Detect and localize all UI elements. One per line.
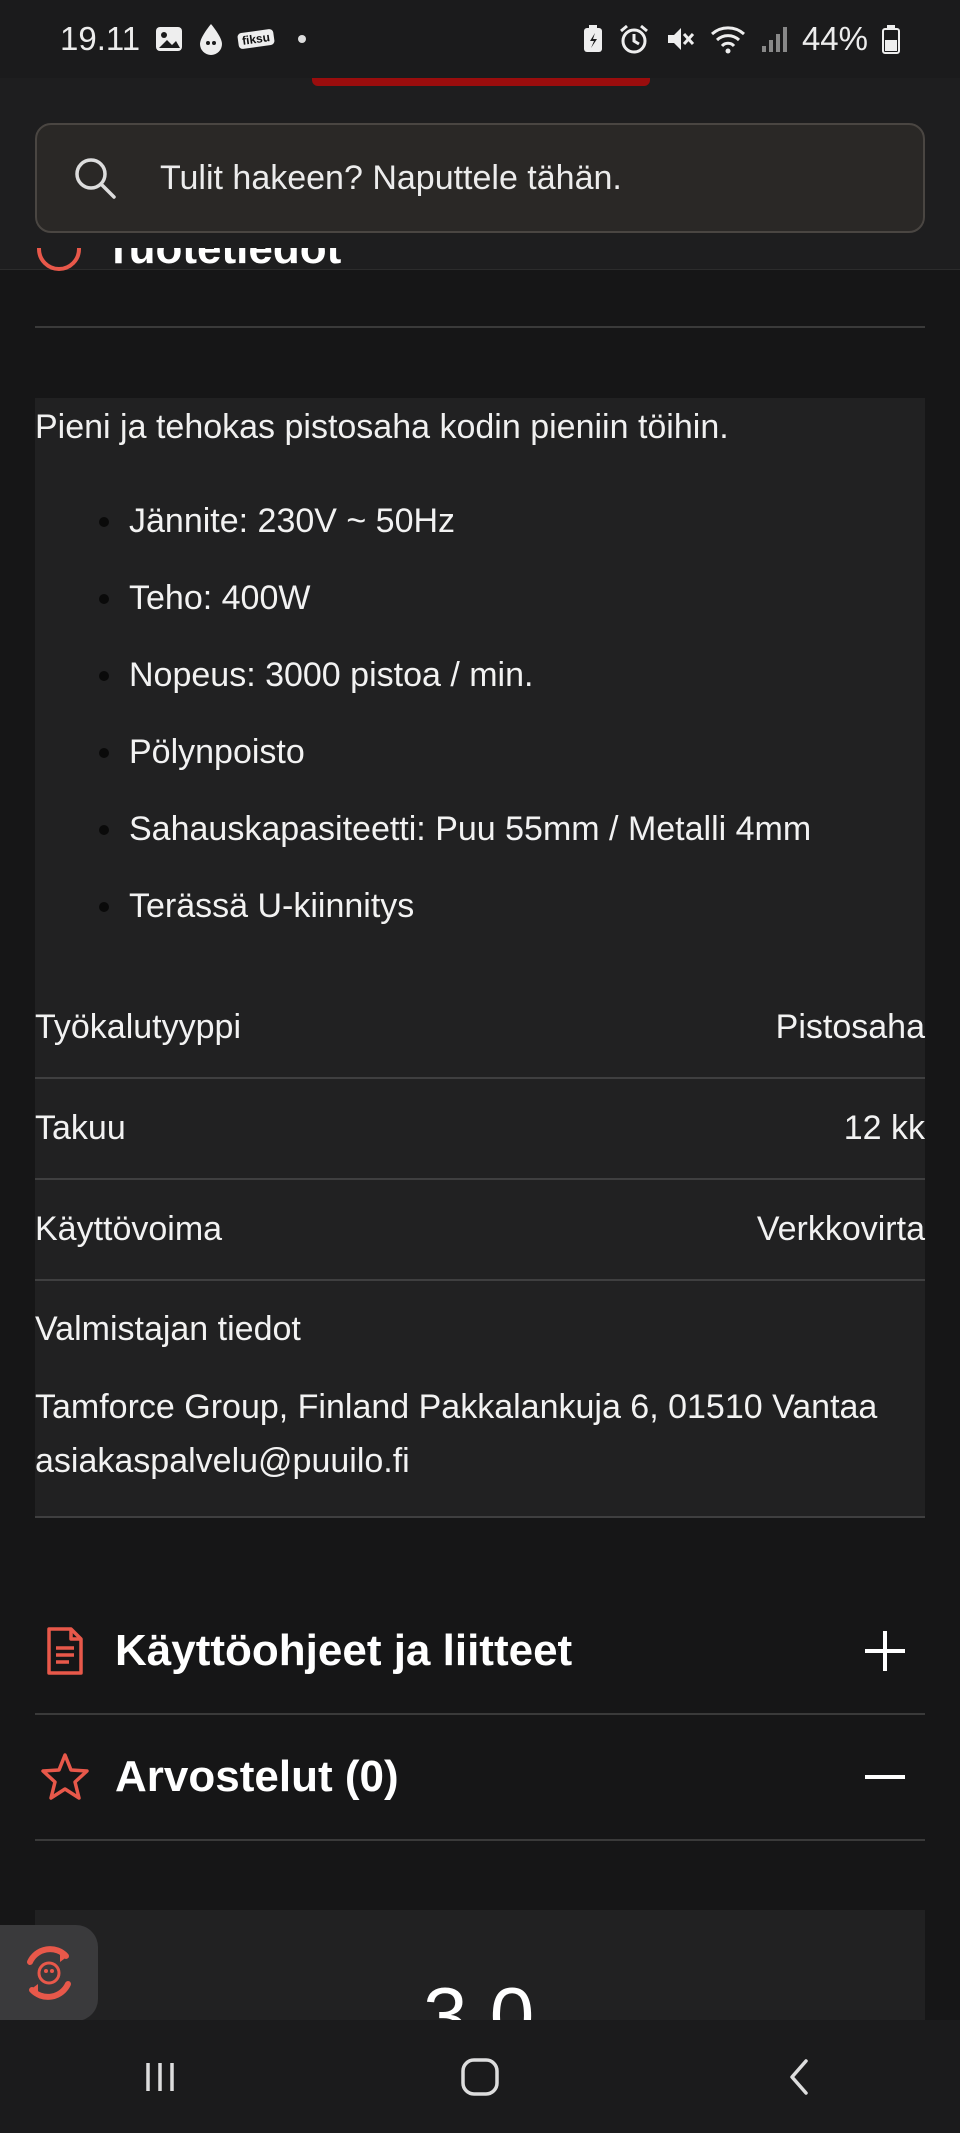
spec-label: Työkalutyyppi <box>35 1008 241 1046</box>
product-info-card: Pieni ja tehokas pistosaha kodin pieniin… <box>35 398 925 1518</box>
spec-row-power-source: Käyttövoima Verkkovirta <box>35 1180 925 1281</box>
alarm-icon <box>618 23 650 55</box>
manufacturer-text: Tamforce Group, Finland Pakkalankuja 6, … <box>35 1388 878 1480</box>
notification-dot <box>298 35 307 43</box>
site-header: Tulit hakeen? Naputtele tähän. <box>0 78 960 270</box>
manufacturer-info: Valmistajan tiedot Tamforce Group, Finla… <box>35 1280 925 1518</box>
info-icon <box>37 248 81 271</box>
accordion-documents[interactable]: Käyttöohjeet ja liitteet <box>35 1589 925 1715</box>
plus-icon[interactable] <box>865 1631 905 1671</box>
back-icon <box>790 2058 808 2095</box>
minus-icon[interactable] <box>865 1757 905 1797</box>
feature-list: Jännite: 230V ~ 50Hz Teho: 400W Nopeus: … <box>35 496 925 958</box>
mute-icon <box>664 23 696 55</box>
refresh-widget-icon <box>27 1946 71 2000</box>
spec-row-tool-type: Työkalutyyppi Pistosaha <box>35 978 925 1079</box>
feature-item: Pölynpoisto <box>35 727 925 804</box>
back-button[interactable] <box>760 2037 840 2117</box>
accordion-title: Käyttöohjeet ja liitteet <box>115 1626 573 1675</box>
search-input[interactable]: Tulit hakeen? Naputtele tähän. <box>160 159 622 198</box>
feature-item: Terässä U-kiinnitys <box>35 881 925 958</box>
battery-saver-icon <box>582 24 604 54</box>
page-loading-bar <box>312 78 650 86</box>
fiksu-app-icon: fiksu <box>237 28 276 50</box>
floating-assistant-button[interactable] <box>0 1925 98 2021</box>
system-nav-bar <box>0 2020 960 2133</box>
recents-icon <box>146 2062 174 2091</box>
status-time: 19.11 <box>60 20 141 57</box>
rating-summary: 3.0 <box>35 1910 925 2020</box>
feature-item: Sahauskapasiteetti: Puu 55mm / Metalli 4… <box>35 804 925 881</box>
manufacturer-label: Valmistajan tiedot <box>35 1310 301 1348</box>
average-rating: 3.0 <box>423 1971 535 2020</box>
spec-value: 12 kk <box>843 1109 925 1147</box>
recent-apps-button[interactable] <box>120 2037 200 2117</box>
feature-item: Nopeus: 3000 pistoa / min. <box>35 650 925 727</box>
battery-icon <box>882 24 900 54</box>
star-icon <box>41 1753 89 1800</box>
spec-label: Takuu <box>35 1109 126 1147</box>
accordion-title: Arvostelut (0) <box>115 1752 399 1801</box>
battery-percent: 44% <box>801 20 868 57</box>
search-bar[interactable]: Tulit hakeen? Naputtele tähän. <box>35 123 925 233</box>
spec-value: Pistosaha <box>775 1008 925 1046</box>
gallery-icon <box>154 24 184 54</box>
search-icon[interactable] <box>72 155 118 201</box>
section-title: Tuotetiedot <box>105 248 342 273</box>
section-heading-product-info[interactable]: Tuotetiedot <box>35 248 925 328</box>
signal-icon <box>760 24 788 54</box>
wifi-icon <box>710 24 746 54</box>
feature-item: Teho: 400W <box>35 573 925 650</box>
feature-item: Jännite: 230V ~ 50Hz <box>35 496 925 573</box>
product-intro: Pieni ja tehokas pistosaha kodin pieniin… <box>35 408 729 446</box>
spec-value: Verkkovirta <box>756 1210 925 1248</box>
home-icon <box>461 2057 499 2096</box>
document-icon <box>47 1627 83 1675</box>
spec-row-warranty: Takuu 12 kk <box>35 1079 925 1180</box>
home-button[interactable] <box>440 2037 520 2117</box>
drop-icon <box>198 23 224 55</box>
accordion-reviews[interactable]: Arvostelut (0) <box>35 1715 925 1841</box>
status-bar: 19.11 fiksu 44% <box>0 0 960 78</box>
spec-label: Käyttövoima <box>35 1210 223 1248</box>
